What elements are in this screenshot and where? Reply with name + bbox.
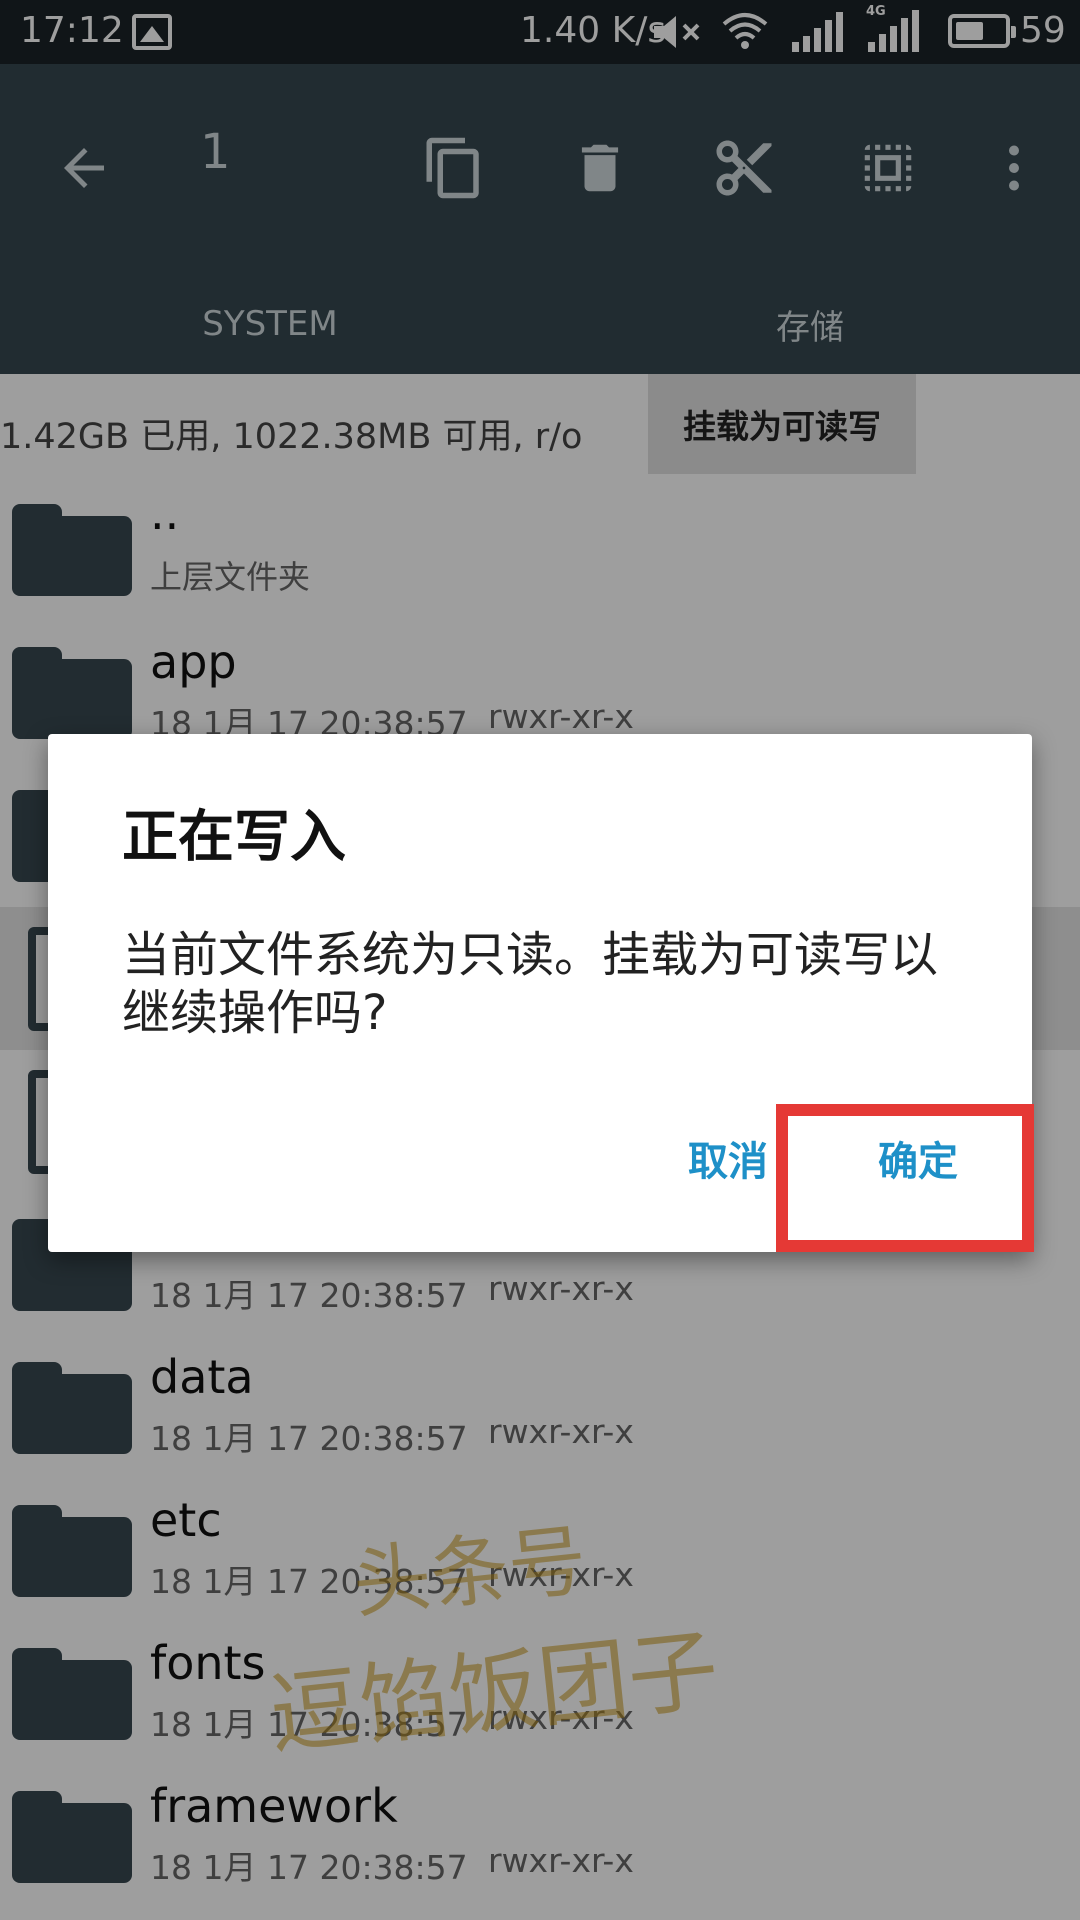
highlight-box	[776, 1104, 1034, 1252]
dialog-message: 当前文件系统为只读。挂载为可读写以继续操作吗?	[122, 927, 939, 1041]
dialog-title: 正在写入	[122, 805, 346, 870]
